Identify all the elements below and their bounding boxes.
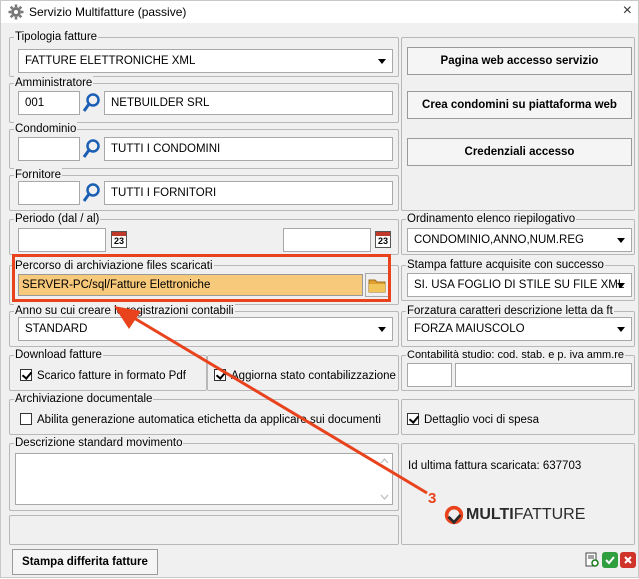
periodo-to-input[interactable] xyxy=(283,228,371,252)
search-icon[interactable] xyxy=(82,138,102,160)
bottom-actions xyxy=(584,551,636,571)
checkbox-checked-icon[interactable] xyxy=(20,369,32,381)
archiviazione-legend: Archiviazione documentale xyxy=(14,392,154,406)
condominio-code-input[interactable] xyxy=(18,137,80,161)
tipologia-legend: Tipologia fatture xyxy=(14,30,99,44)
search-icon[interactable] xyxy=(82,92,102,114)
tipologia-select[interactable]: FATTURE ELETTRONICHE XML xyxy=(18,49,393,73)
stampa-fatture-select[interactable]: SI. USA FOGLIO DI STILE SU FILE XML xyxy=(407,273,632,297)
chevron-up-icon[interactable] xyxy=(377,456,392,466)
anno-legend: Anno su cui creare le registrazioni cont… xyxy=(14,304,235,318)
chevron-down-icon[interactable] xyxy=(617,238,625,243)
amministratore-code-input[interactable]: 001 xyxy=(18,91,80,115)
scrollbar[interactable] xyxy=(377,454,392,504)
fornitore-code-input[interactable] xyxy=(18,181,80,205)
anno-select[interactable]: STANDARD xyxy=(18,317,393,341)
contabilita-legend: Contabilità studio: cod. stab. e p. iva … xyxy=(406,348,626,362)
etichetta-checkbox[interactable]: Abilita generazione automatica etichetta… xyxy=(20,413,381,427)
chevron-down-icon[interactable] xyxy=(378,59,386,64)
ultima-fattura-label: Id ultima fattura scaricata: 637703 xyxy=(408,460,582,472)
dettaglio-checkbox[interactable]: Dettaglio voci di spesa xyxy=(407,413,539,427)
periodo-from-input[interactable] xyxy=(18,228,106,252)
contabilita-piva-input[interactable] xyxy=(455,363,632,387)
print-preview-icon[interactable] xyxy=(584,552,600,568)
checkbox-checked-icon[interactable] xyxy=(407,413,419,425)
chevron-down-icon[interactable] xyxy=(617,283,625,288)
ordinamento-select[interactable]: CONDOMINIO,ANNO,NUM.REG xyxy=(407,228,632,252)
highlight-annotation-box xyxy=(12,254,391,302)
pagina-web-button[interactable]: Pagina web accesso servizio xyxy=(407,47,632,75)
empty-panel xyxy=(9,515,399,545)
multifatture-logo-icon xyxy=(444,505,464,525)
amministratore-legend: Amministratore xyxy=(14,76,94,90)
stampa-fatture-legend: Stampa fatture acquisite con successo xyxy=(406,258,605,272)
ordinamento-legend: Ordinamento elenco riepilogativo xyxy=(406,212,577,226)
gear-icon xyxy=(8,4,24,20)
annotation-step-number: 3 xyxy=(428,490,437,507)
close-icon[interactable]: × xyxy=(623,2,632,20)
stato-checkbox-label: Aggiorna stato contabilizzazione xyxy=(231,370,396,382)
stato-checkbox[interactable]: Aggiorna stato contabilizzazione xyxy=(214,369,396,383)
fornitore-name-field: TUTTI I FORNITORI xyxy=(104,181,393,205)
stampa-differita-button[interactable]: Stampa differita fatture xyxy=(12,549,158,575)
fornitore-legend: Fornitore xyxy=(14,168,63,182)
forzatura-select[interactable]: FORZA MAIUSCOLO xyxy=(407,317,632,341)
cancel-x-icon[interactable] xyxy=(620,552,636,568)
credenziali-button[interactable]: Credenziali accesso xyxy=(407,138,632,166)
app-window: Servizio Multifatture (passive) × Tipolo… xyxy=(0,0,639,578)
confirm-check-icon[interactable] xyxy=(602,552,618,568)
tipologia-value: FATTURE ELETTRONICHE XML xyxy=(25,55,196,67)
ordinamento-value: CONDOMINIO,ANNO,NUM.REG xyxy=(414,234,584,246)
chevron-down-icon[interactable] xyxy=(377,492,392,502)
dettaglio-checkbox-label: Dettaglio voci di spesa xyxy=(424,414,540,426)
calendar-icon[interactable]: 23 xyxy=(111,231,127,248)
descrizione-textarea[interactable] xyxy=(15,453,393,505)
calendar-icon[interactable]: 23 xyxy=(375,231,391,248)
checkbox-checked-icon[interactable] xyxy=(214,369,226,381)
descrizione-legend: Descrizione standard movimento xyxy=(14,436,184,450)
title-bar: Servizio Multifatture (passive) × xyxy=(1,1,638,23)
checkbox-unchecked-icon[interactable] xyxy=(20,413,32,425)
window-title: Servizio Multifatture (passive) xyxy=(29,5,187,19)
amministratore-name-field: NETBUILDER SRL xyxy=(104,91,393,115)
stampa-fatture-value: SI. USA FOGLIO DI STILE SU FILE XML xyxy=(414,279,625,291)
multifatture-logo-text: MULTIFATTURE xyxy=(466,506,586,523)
download-legend: Download fatture xyxy=(14,348,103,362)
pdf-checkbox-label: Scarico fatture in formato Pdf xyxy=(37,370,186,382)
pdf-checkbox[interactable]: Scarico fatture in formato Pdf xyxy=(20,369,186,383)
forzatura-legend: Forzatura caratteri descrizione letta da… xyxy=(406,304,614,318)
forzatura-value: FORZA MAIUSCOLO xyxy=(414,323,525,335)
chevron-down-icon[interactable] xyxy=(617,327,625,332)
etichetta-checkbox-label: Abilita generazione automatica etichetta… xyxy=(37,414,381,426)
anno-value: STANDARD xyxy=(25,323,88,335)
condominio-name-field: TUTTI I CONDOMINI xyxy=(104,137,393,161)
contabilita-cod-input[interactable] xyxy=(407,363,452,387)
chevron-down-icon[interactable] xyxy=(378,327,386,332)
search-icon[interactable] xyxy=(82,182,102,204)
periodo-legend: Periodo (dal / al) xyxy=(14,212,101,226)
condominio-legend: Condominio xyxy=(14,122,78,136)
crea-condomini-button[interactable]: Crea condomini su piattaforma web xyxy=(407,91,632,119)
